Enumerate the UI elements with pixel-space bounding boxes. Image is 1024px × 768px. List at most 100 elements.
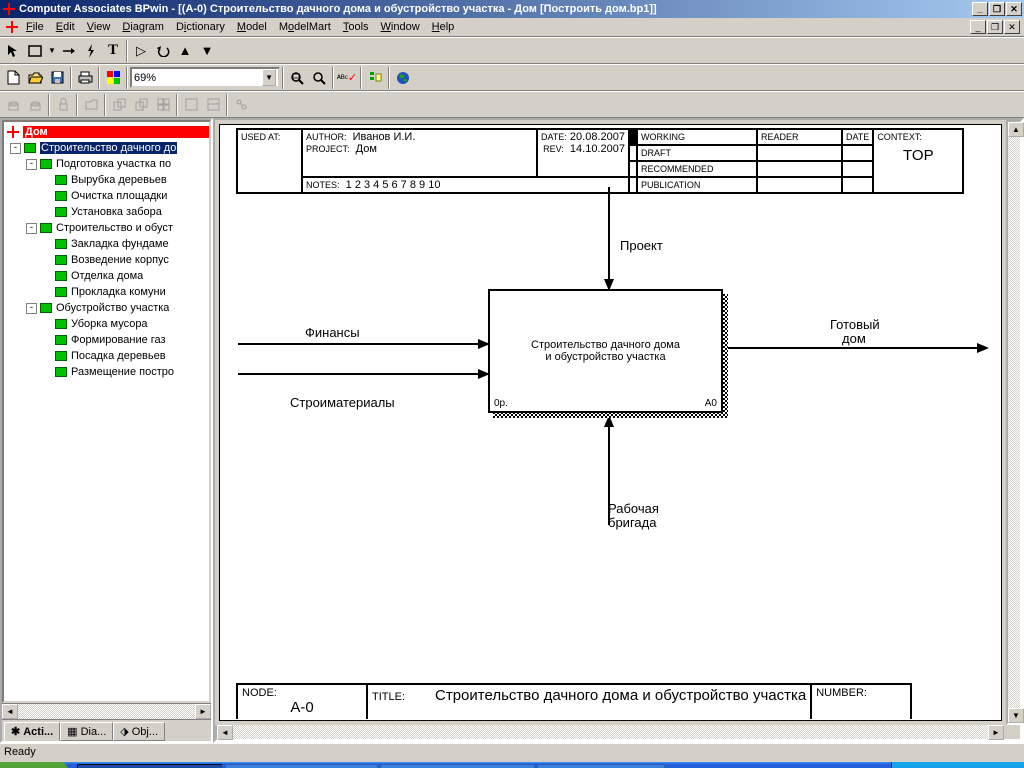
globe-button[interactable] bbox=[392, 67, 414, 89]
tree-item[interactable]: Установка забора bbox=[4, 204, 209, 220]
mm-btn-9 bbox=[202, 94, 224, 116]
tree-item[interactable]: Вырубка деревьев bbox=[4, 172, 209, 188]
scroll-up-icon[interactable]: ▲ bbox=[1008, 122, 1024, 137]
lightning-tool[interactable] bbox=[80, 40, 102, 62]
mdi-minimize-button[interactable]: _ bbox=[970, 20, 986, 34]
canvas-h-scrollbar[interactable]: ◄ ► bbox=[215, 725, 1022, 741]
tree-item[interactable]: Уборка мусора bbox=[4, 316, 209, 332]
save-button[interactable] bbox=[46, 67, 68, 89]
canvas-wrap: USED AT: AUTHOR: Иванов И.И. PROJECT: До… bbox=[213, 118, 1024, 743]
tab-activities[interactable]: ✱Acti... bbox=[4, 722, 60, 741]
menu-window[interactable]: Window bbox=[375, 19, 426, 35]
mdi-restore-button[interactable]: ❐ bbox=[987, 20, 1003, 34]
collapse-icon[interactable]: - bbox=[10, 143, 21, 154]
scroll-left-icon[interactable]: ◄ bbox=[2, 704, 18, 719]
zoom-fit-button[interactable] bbox=[286, 67, 308, 89]
statusbar: Ready bbox=[0, 743, 1024, 762]
activity-icon bbox=[54, 190, 68, 202]
scroll-right-icon[interactable]: ► bbox=[988, 725, 1004, 740]
dropdown-icon[interactable]: ▼ bbox=[46, 40, 58, 62]
menu-view[interactable]: View bbox=[81, 19, 117, 35]
spellcheck-button[interactable]: ᴬᴮᶜ✓ bbox=[336, 67, 358, 89]
tree-group[interactable]: -Строительство и обуст bbox=[4, 220, 209, 236]
tree-toggle-button[interactable] bbox=[364, 67, 386, 89]
tree-item[interactable]: - Строительство дачного до bbox=[4, 140, 209, 156]
tree-h-scrollbar[interactable]: ◄ ► bbox=[2, 703, 211, 719]
nav-down-tool[interactable]: ▷ bbox=[130, 40, 152, 62]
collapse-icon[interactable]: - bbox=[26, 303, 37, 314]
tree-item[interactable]: Размещение постро bbox=[4, 364, 209, 380]
activity-icon bbox=[39, 222, 53, 234]
tab-objects[interactable]: ⬗Obj... bbox=[113, 722, 165, 741]
mm-lock-button bbox=[52, 94, 74, 116]
tree-root[interactable]: Дом bbox=[4, 124, 209, 140]
activity-icon bbox=[54, 366, 68, 378]
mdi-close-button[interactable]: ✕ bbox=[1004, 20, 1020, 34]
toolbar-standard: ▼ ᴬᴮᶜ✓ bbox=[0, 64, 1024, 91]
maximize-button[interactable]: ❐ bbox=[989, 2, 1005, 16]
up-tool[interactable]: ▲ bbox=[174, 40, 196, 62]
diagram-header: USED AT: AUTHOR: Иванов И.И. PROJECT: До… bbox=[236, 128, 964, 194]
close-button[interactable]: ✕ bbox=[1006, 2, 1022, 16]
sidebar: Дом - Строительство дачного до -Подготов… bbox=[0, 118, 213, 743]
mm-btn-8 bbox=[180, 94, 202, 116]
menu-file[interactable]: File bbox=[20, 19, 50, 35]
task-bpwin[interactable]: Computer Associates ... bbox=[77, 764, 223, 768]
scroll-right-icon[interactable]: ► bbox=[195, 704, 211, 719]
new-button[interactable] bbox=[2, 67, 24, 89]
menu-edit[interactable]: Edit bbox=[50, 19, 81, 35]
print-button[interactable] bbox=[74, 67, 96, 89]
activity-icon bbox=[54, 254, 68, 266]
tree-item[interactable]: Закладка фундаме bbox=[4, 236, 209, 252]
menu-help[interactable]: Help bbox=[426, 19, 461, 35]
zoom-dropdown-icon[interactable]: ▼ bbox=[262, 69, 276, 86]
tree-group[interactable]: -Обустройство участка bbox=[4, 300, 209, 316]
tree-item[interactable]: Возведение корпус bbox=[4, 252, 209, 268]
tree-item[interactable]: Отделка дома bbox=[4, 268, 209, 284]
task-explorer[interactable]: ▥{G:\CA\CA\Лабораторн... bbox=[225, 764, 379, 768]
menu-model[interactable]: Model bbox=[231, 19, 273, 35]
tree-item[interactable]: Посадка деревьев bbox=[4, 348, 209, 364]
start-button[interactable]: Пуск bbox=[0, 762, 68, 768]
tree-item[interactable]: Прокладка комуни bbox=[4, 284, 209, 300]
arrow-tool[interactable] bbox=[58, 40, 80, 62]
mdi-icon bbox=[4, 21, 20, 33]
task-word1[interactable]: WРисунки - Microsoft Word bbox=[380, 764, 535, 768]
task-word2[interactable]: Wlr5 - Microsoft Word bbox=[537, 764, 665, 768]
scroll-left-icon[interactable]: ◄ bbox=[217, 725, 233, 740]
activity-icon bbox=[54, 334, 68, 346]
mechanism-label-2: бригада bbox=[608, 515, 656, 530]
down-tool[interactable]: ▼ bbox=[196, 40, 218, 62]
activity-icon bbox=[23, 142, 37, 154]
tab-diagrams[interactable]: ▦Dia... bbox=[60, 722, 113, 741]
undo-tool[interactable] bbox=[152, 40, 174, 62]
minimize-button[interactable]: _ bbox=[972, 2, 988, 16]
colors-button[interactable] bbox=[102, 67, 124, 89]
zoom-input[interactable] bbox=[134, 72, 262, 84]
zoom-button[interactable] bbox=[308, 67, 330, 89]
menu-dictionary[interactable]: Dictionary bbox=[170, 19, 231, 35]
canvas-v-scrollbar[interactable]: ▲ ▼ bbox=[1006, 120, 1022, 725]
collapse-icon[interactable]: - bbox=[26, 223, 37, 234]
menu-tools[interactable]: Tools bbox=[337, 19, 375, 35]
open-button[interactable] bbox=[24, 67, 46, 89]
box-tool[interactable] bbox=[24, 40, 46, 62]
tree-item[interactable]: Формирование газ bbox=[4, 332, 209, 348]
toolbar-shapes: ▼ T ▷ ▲ ▼ bbox=[0, 37, 1024, 64]
tree-tab-icon: ✱ bbox=[11, 725, 20, 738]
model-tree[interactable]: Дом - Строительство дачного до -Подготов… bbox=[2, 120, 211, 703]
zoom-combo[interactable]: ▼ bbox=[130, 67, 280, 88]
menu-modelmart[interactable]: ModelMart bbox=[273, 19, 337, 35]
menu-diagram[interactable]: Diagram bbox=[116, 19, 170, 35]
system-tray: EN « ▶ ▣ 10:17 bbox=[891, 762, 1024, 768]
pointer-tool[interactable] bbox=[2, 40, 24, 62]
collapse-icon[interactable]: - bbox=[26, 159, 37, 170]
input-label-2: Строиматериалы bbox=[290, 395, 395, 410]
toolbar-modelmart bbox=[0, 91, 1024, 118]
text-tool[interactable]: T bbox=[102, 40, 124, 62]
tree-group[interactable]: -Подготовка участка по bbox=[4, 156, 209, 172]
scroll-down-icon[interactable]: ▼ bbox=[1008, 708, 1024, 723]
activity-box[interactable]: Строительство дачного дома и обустройств… bbox=[488, 289, 723, 413]
tree-item[interactable]: Очистка площадки bbox=[4, 188, 209, 204]
diagram-canvas[interactable]: USED AT: AUTHOR: Иванов И.И. PROJECT: До… bbox=[219, 124, 1002, 721]
